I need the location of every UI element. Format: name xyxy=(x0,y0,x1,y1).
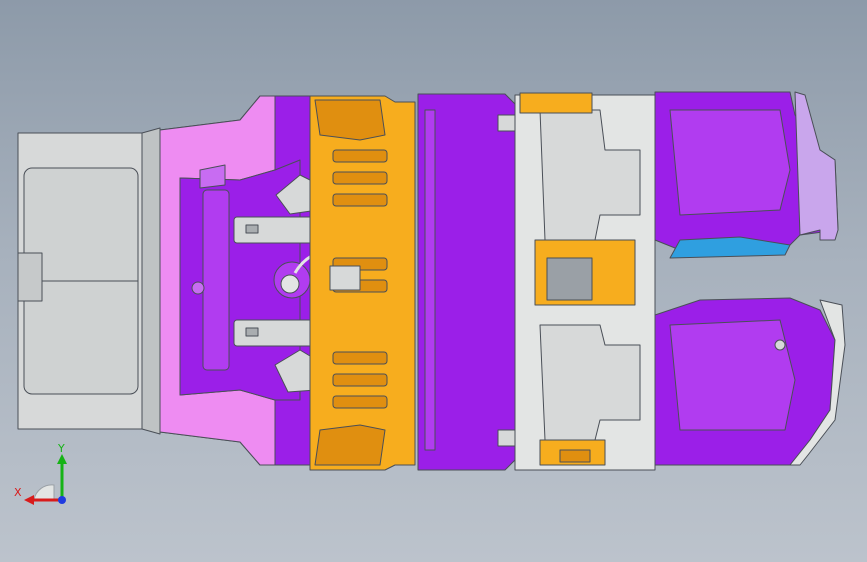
rear-floor-structure xyxy=(514,92,656,471)
y-axis-label: Y xyxy=(58,442,65,455)
z-axis-dot xyxy=(58,496,66,504)
front-crossmember-panel xyxy=(17,127,161,435)
vehicle-underbody-model[interactable] xyxy=(0,0,867,562)
orange-floor-section xyxy=(309,95,416,471)
axis-triad-graphic xyxy=(24,454,67,505)
rear-lower-panel xyxy=(654,297,836,466)
cad-viewport[interactable]: Y X xyxy=(0,0,867,562)
center-crossmember xyxy=(417,93,519,471)
x-axis-label: X xyxy=(14,486,22,499)
axis-triad: Y X xyxy=(14,440,74,510)
